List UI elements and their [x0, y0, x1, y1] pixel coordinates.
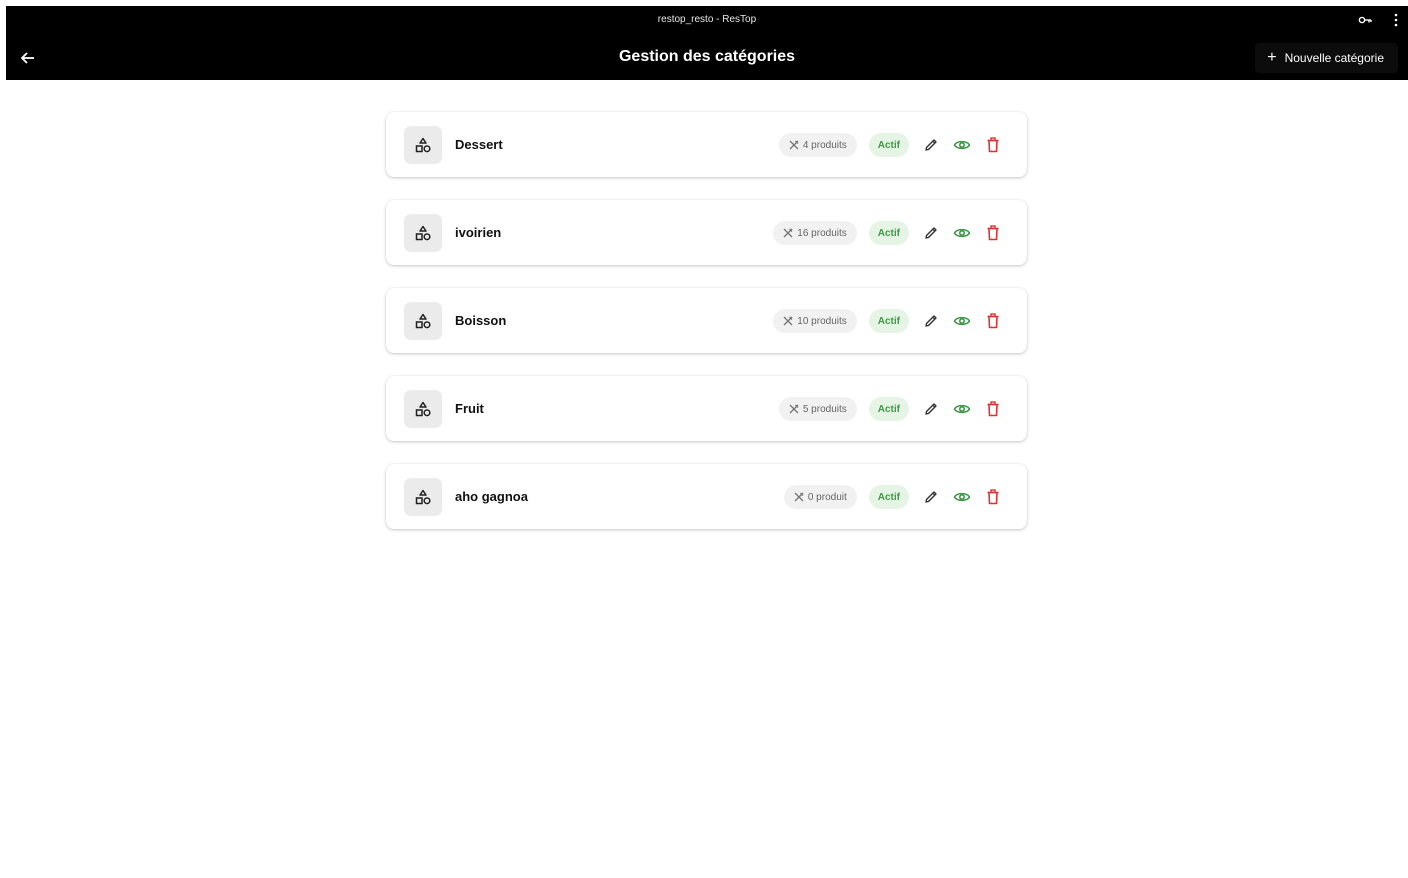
status-badge: Actif — [868, 133, 909, 157]
edit-button[interactable] — [919, 397, 943, 421]
category-shapes-icon — [415, 489, 431, 505]
view-button[interactable] — [950, 309, 974, 333]
category-name: aho gagnoa — [455, 489, 528, 504]
category-card[interactable]: Dessert 4 produits Actif — [386, 112, 1027, 177]
product-count-label: 10 produits — [797, 315, 847, 327]
delete-button[interactable] — [981, 309, 1005, 333]
edit-button[interactable] — [919, 133, 943, 157]
eye-icon — [953, 316, 971, 326]
product-count-label: 5 produits — [802, 403, 847, 415]
view-button[interactable] — [950, 485, 974, 509]
cutlery-icon — [783, 316, 793, 326]
view-button[interactable] — [950, 221, 974, 245]
delete-button[interactable] — [981, 133, 1005, 157]
pencil-icon — [925, 139, 937, 151]
category-actions: 4 produits Actif — [778, 132, 1005, 158]
pencil-icon — [925, 315, 937, 327]
new-category-label: Nouvelle catégorie — [1284, 51, 1384, 65]
pencil-icon — [925, 403, 937, 415]
product-count-label: 0 produit — [807, 491, 847, 503]
edit-button[interactable] — [919, 309, 943, 333]
eye-icon — [953, 492, 971, 502]
window-title: restop_resto - ResTop — [657, 14, 757, 25]
status-badge: Actif — [868, 485, 909, 509]
eye-icon — [953, 404, 971, 414]
product-count-chip: 16 produits — [773, 221, 857, 245]
delete-button[interactable] — [981, 485, 1005, 509]
cutlery-icon — [789, 140, 799, 150]
key-icon[interactable] — [1358, 15, 1372, 25]
product-count-label: 4 produits — [802, 139, 847, 151]
product-count-chip: 10 produits — [773, 309, 857, 333]
delete-button[interactable] — [981, 221, 1005, 245]
app-bar: Gestion des catégories + Nouvelle catégo… — [6, 34, 1408, 80]
pencil-icon — [925, 227, 937, 239]
category-list: Dessert 4 produits Actif ivoirien 16 pro… — [386, 112, 1027, 552]
trash-icon — [987, 225, 999, 241]
page-title: Gestion des catégories — [618, 48, 796, 65]
category-actions: 16 produits Actif — [773, 220, 1005, 246]
category-icon — [404, 126, 442, 164]
category-name: ivoirien — [455, 225, 502, 240]
category-card[interactable]: Fruit 5 produits Actif — [386, 376, 1027, 441]
category-actions: 5 produits Actif — [778, 396, 1005, 422]
cutlery-icon — [783, 228, 793, 238]
trash-icon — [987, 137, 999, 153]
product-count-chip: 4 produits — [778, 133, 857, 157]
status-badge: Actif — [868, 397, 909, 421]
category-shapes-icon — [415, 137, 431, 153]
status-badge: Actif — [868, 309, 909, 333]
product-count-label: 16 produits — [797, 227, 847, 239]
category-shapes-icon — [415, 401, 431, 417]
view-button[interactable] — [950, 397, 974, 421]
category-name: Dessert — [455, 137, 503, 152]
category-name: Fruit — [455, 401, 484, 416]
category-card[interactable]: Boisson 10 produits Actif — [386, 288, 1027, 353]
category-shapes-icon — [415, 225, 431, 241]
category-actions: 10 produits Actif — [773, 308, 1005, 334]
window-title-bar: restop_resto - ResTop — [6, 6, 1408, 34]
delete-button[interactable] — [981, 397, 1005, 421]
category-icon — [404, 214, 442, 252]
new-category-button[interactable]: + Nouvelle catégorie — [1255, 43, 1398, 73]
category-name: Boisson — [455, 313, 507, 328]
more-options-icon[interactable] — [1393, 13, 1399, 27]
plus-icon: + — [1267, 49, 1277, 66]
trash-icon — [987, 313, 999, 329]
pencil-icon — [925, 491, 937, 503]
product-count-chip: 5 produits — [778, 397, 857, 421]
category-card[interactable]: ivoirien 16 produits Actif — [386, 200, 1027, 265]
trash-icon — [987, 401, 999, 417]
product-count-chip: 0 produit — [783, 485, 857, 509]
app-window: restop_resto - ResTop Gestion des catégo… — [6, 6, 1408, 878]
category-icon — [404, 390, 442, 428]
edit-button[interactable] — [919, 221, 943, 245]
cutlery-icon — [789, 404, 799, 414]
category-shapes-icon — [415, 313, 431, 329]
eye-icon — [953, 140, 971, 150]
trash-icon — [987, 489, 999, 505]
category-actions: 0 produit Actif — [783, 484, 1005, 510]
edit-button[interactable] — [919, 485, 943, 509]
view-button[interactable] — [950, 133, 974, 157]
category-icon — [404, 302, 442, 340]
cutlery-icon — [794, 492, 804, 502]
category-card[interactable]: aho gagnoa 0 produit Actif — [386, 464, 1027, 529]
eye-icon — [953, 228, 971, 238]
category-icon — [404, 478, 442, 516]
status-badge: Actif — [868, 221, 909, 245]
